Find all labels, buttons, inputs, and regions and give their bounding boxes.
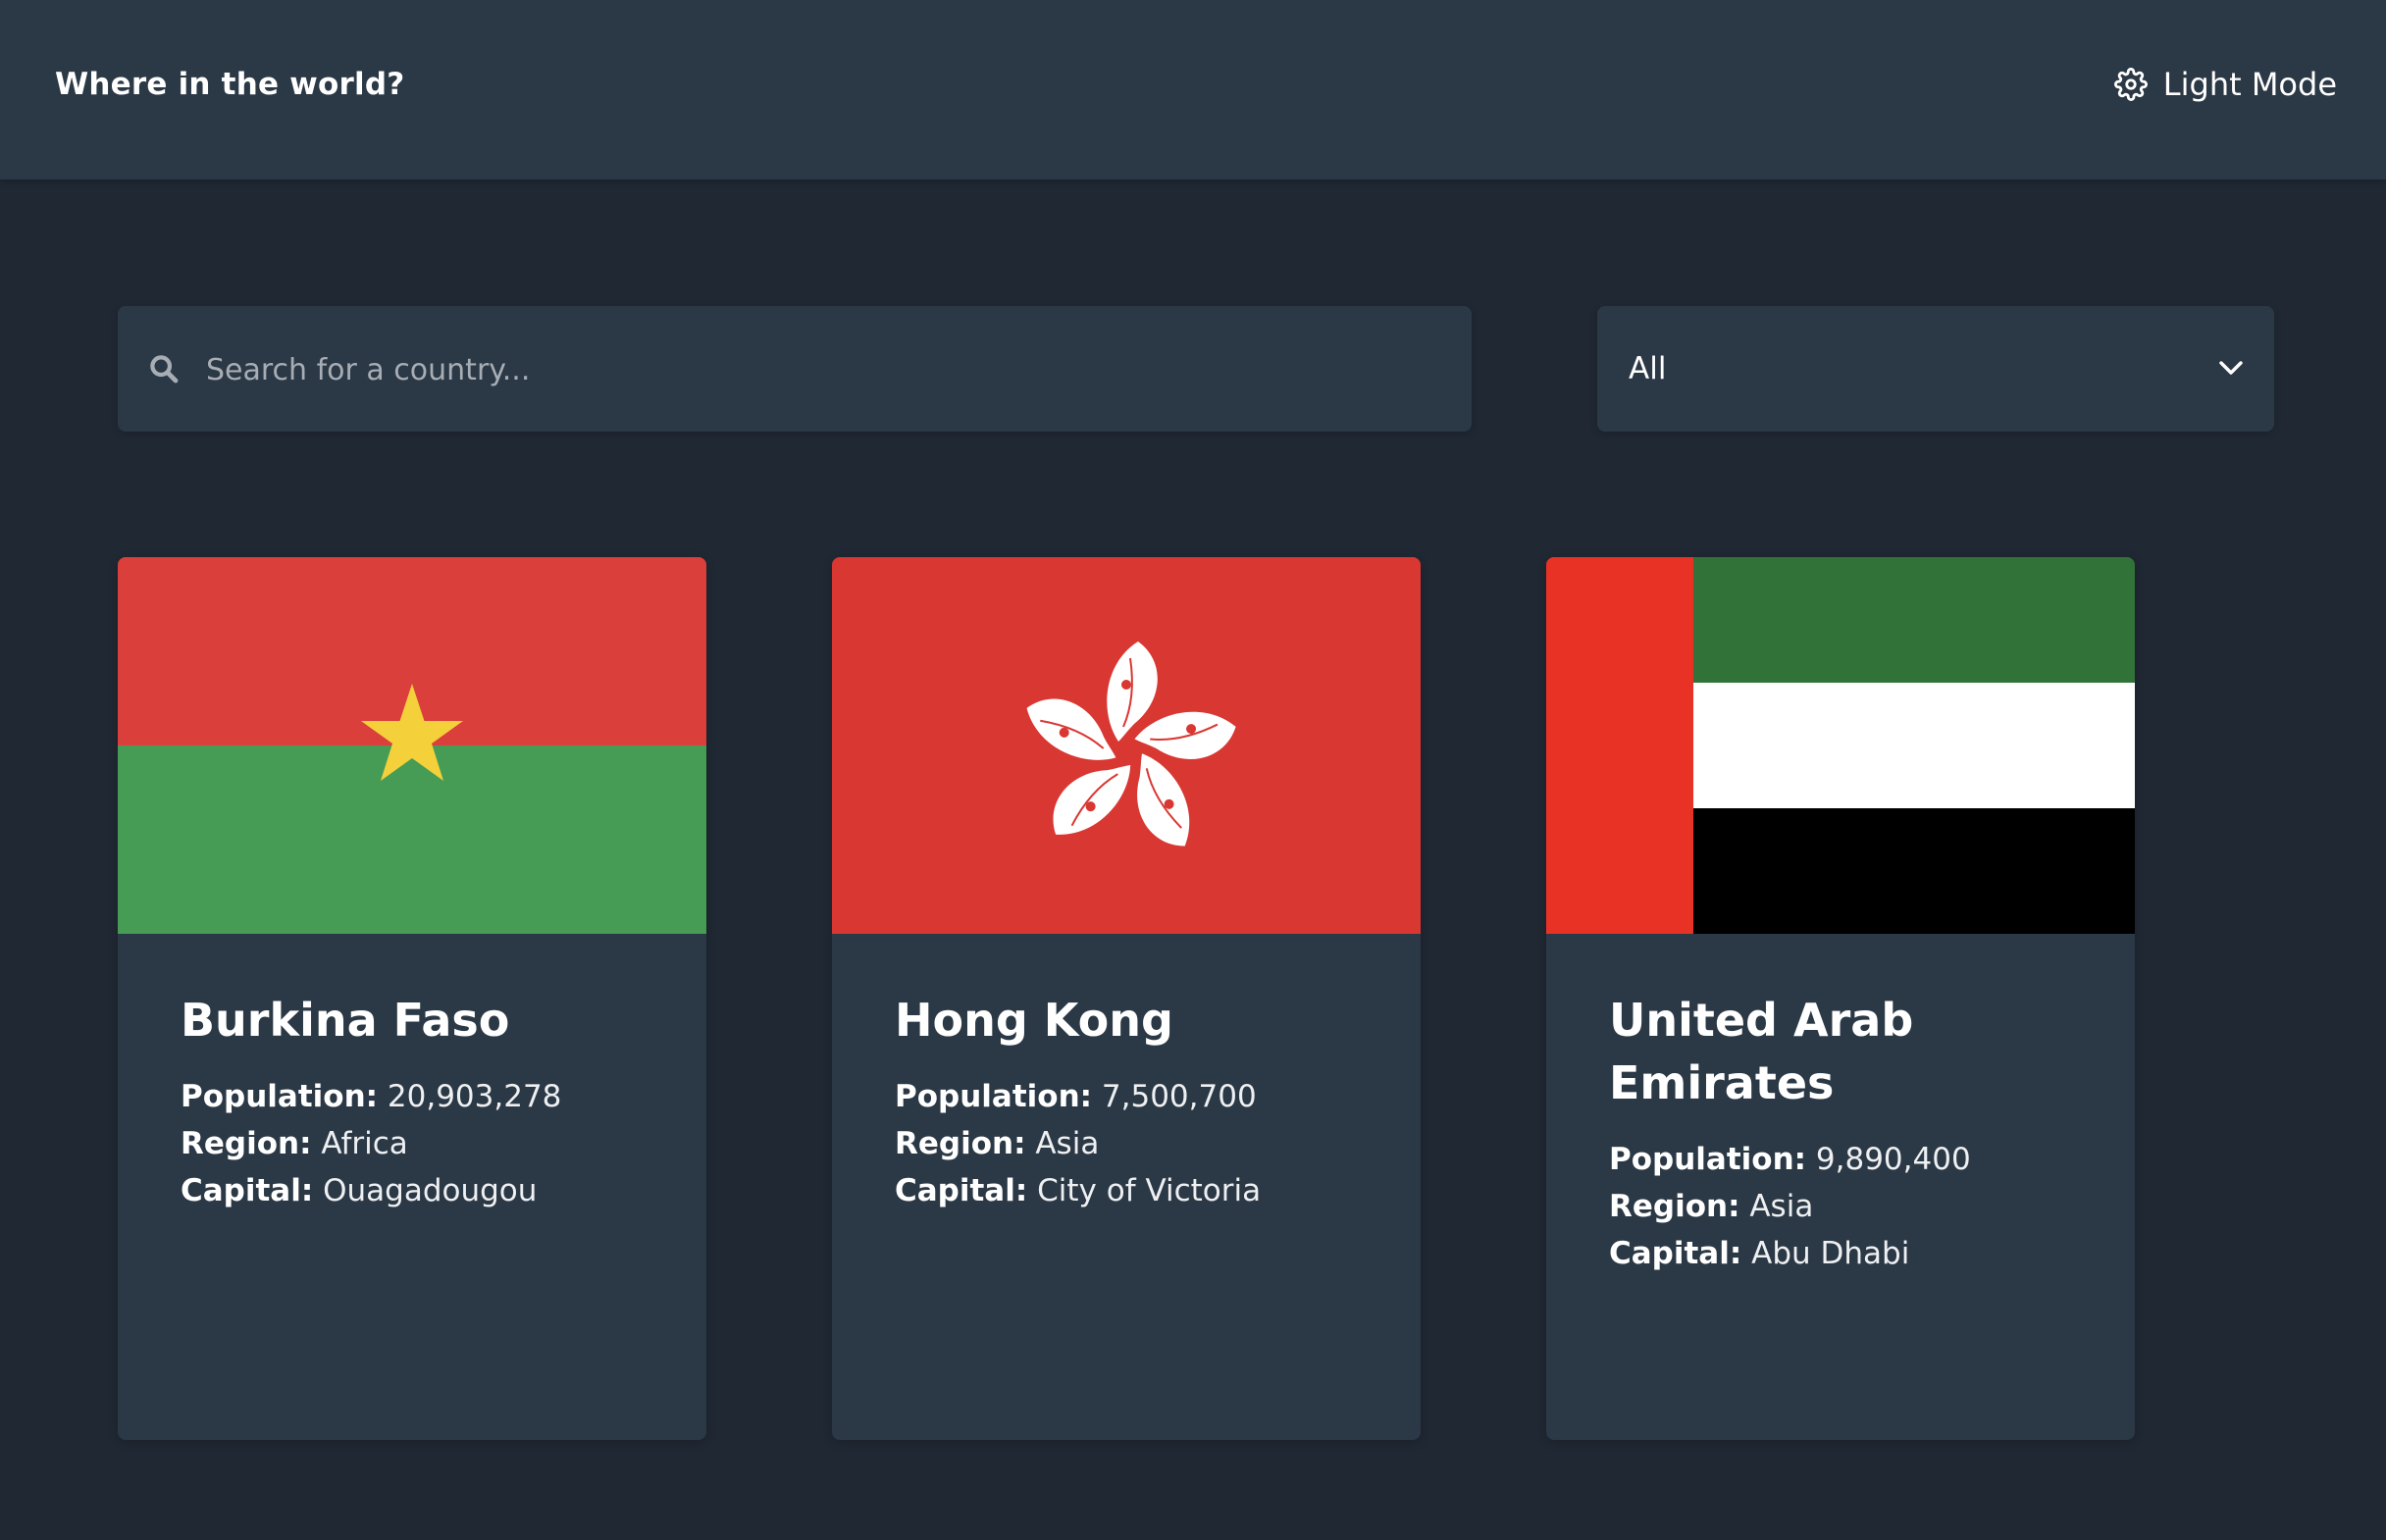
population-line: Population: 9,890,400 bbox=[1609, 1136, 2096, 1183]
region-line: Region: Asia bbox=[1609, 1183, 2096, 1230]
country-card-burkina-faso[interactable]: Burkina Faso Population: 20,903,278 Regi… bbox=[118, 557, 706, 1440]
country-name: Burkina Faso bbox=[181, 994, 510, 1047]
region-filter-value: All bbox=[1629, 351, 1667, 386]
region-value: Asia bbox=[1749, 1189, 1814, 1224]
region-line: Region: Asia bbox=[895, 1120, 1381, 1167]
population-value: 20,903,278 bbox=[387, 1079, 562, 1114]
app-header: Where in the world? Light Mode bbox=[0, 0, 2386, 180]
capital-value: Abu Dhabi bbox=[1751, 1236, 1910, 1271]
search-input[interactable] bbox=[204, 306, 1434, 434]
population-label: Population: bbox=[181, 1079, 379, 1114]
capital-label: Capital: bbox=[181, 1173, 314, 1208]
country-name: United Arab Emirates bbox=[1609, 994, 1914, 1109]
capital-label: Capital: bbox=[1609, 1236, 1742, 1271]
population-label: Population: bbox=[1609, 1142, 1807, 1177]
region-label: Region: bbox=[1609, 1189, 1740, 1224]
capital-value: Ouagadougou bbox=[323, 1173, 538, 1208]
app-title: Where in the world? bbox=[55, 67, 405, 102]
theme-toggle-button[interactable]: Light Mode bbox=[2113, 63, 2337, 106]
population-line: Population: 7,500,700 bbox=[895, 1073, 1381, 1120]
search-icon bbox=[147, 352, 181, 389]
flag-image-burkina-faso bbox=[118, 557, 706, 934]
flag-image-united-arab-emirates bbox=[1546, 557, 2135, 934]
capital-line: Capital: Ouagadougou bbox=[181, 1167, 667, 1214]
population-line: Population: 20,903,278 bbox=[181, 1073, 667, 1120]
gear-icon bbox=[2113, 68, 2148, 101]
capital-label: Capital: bbox=[895, 1173, 1028, 1208]
population-label: Population: bbox=[895, 1079, 1093, 1114]
card-body: United Arab Emirates Population: 9,890,4… bbox=[1609, 989, 2096, 1277]
region-value: Africa bbox=[321, 1126, 408, 1161]
population-value: 9,890,400 bbox=[1815, 1142, 1971, 1177]
theme-toggle-label: Light Mode bbox=[2162, 66, 2337, 103]
region-line: Region: Africa bbox=[181, 1120, 667, 1167]
region-label: Region: bbox=[895, 1126, 1026, 1161]
capital-line: Capital: City of Victoria bbox=[895, 1167, 1381, 1214]
region-filter-dropdown[interactable]: All bbox=[1597, 306, 2274, 432]
country-name: Hong Kong bbox=[895, 994, 1173, 1047]
capital-value: City of Victoria bbox=[1037, 1173, 1262, 1208]
flag-image-hong-kong bbox=[832, 557, 1421, 934]
country-card-hong-kong[interactable]: Hong Kong Population: 7,500,700 Region: … bbox=[832, 557, 1421, 1440]
population-value: 7,500,700 bbox=[1101, 1079, 1257, 1114]
region-label: Region: bbox=[181, 1126, 312, 1161]
chevron-down-icon bbox=[2217, 357, 2245, 383]
card-body: Burkina Faso Population: 20,903,278 Regi… bbox=[181, 989, 667, 1214]
capital-line: Capital: Abu Dhabi bbox=[1609, 1230, 2096, 1277]
country-card-united-arab-emirates[interactable]: United Arab Emirates Population: 9,890,4… bbox=[1546, 557, 2135, 1440]
region-value: Asia bbox=[1035, 1126, 1100, 1161]
card-body: Hong Kong Population: 7,500,700 Region: … bbox=[895, 989, 1381, 1214]
search-box bbox=[118, 306, 1472, 434]
